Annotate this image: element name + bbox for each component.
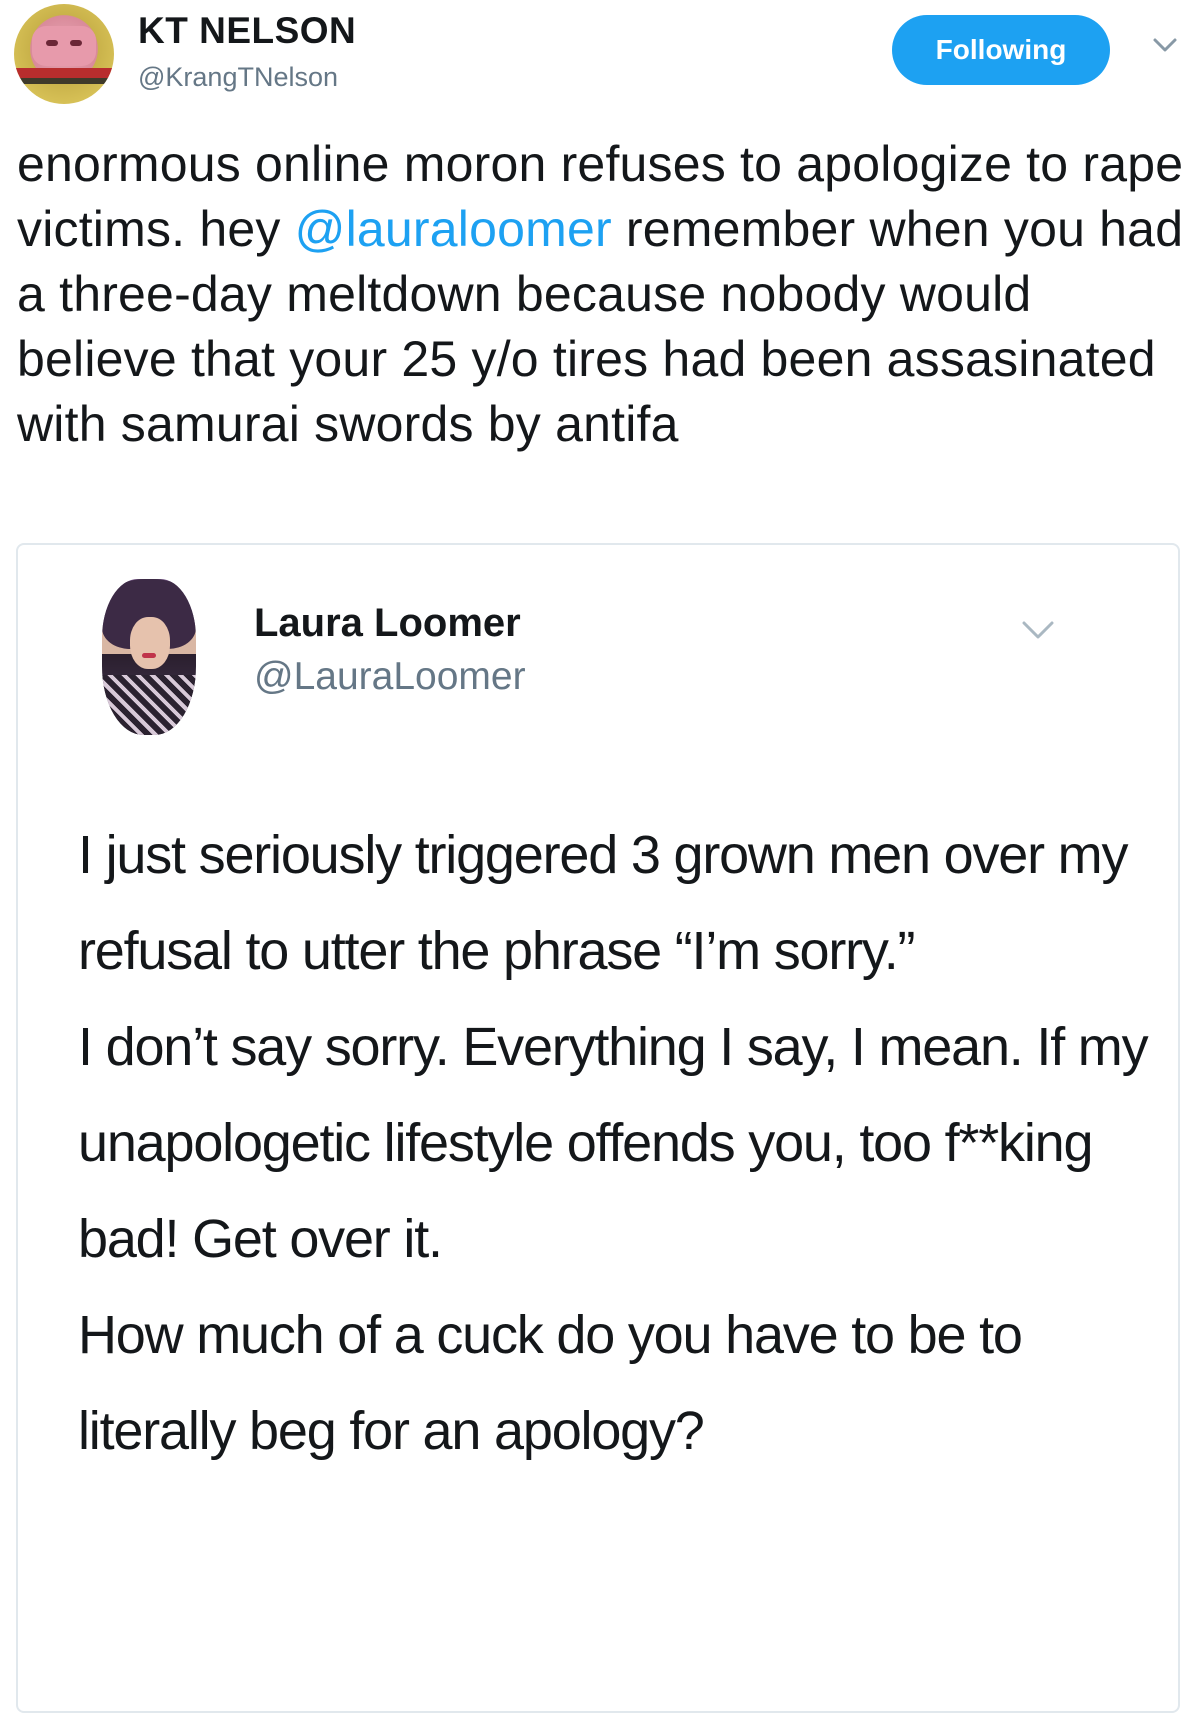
author-handle[interactable]: @KrangTNelson xyxy=(138,62,338,93)
chevron-down-icon[interactable] xyxy=(1018,615,1054,645)
quoted-handle[interactable]: @LauraLoomer xyxy=(254,655,526,699)
tweet: KT NELSON @KrangTNelson Following enormo… xyxy=(0,0,1200,1713)
following-button[interactable]: Following xyxy=(892,15,1110,85)
author-display-name[interactable]: KT NELSON xyxy=(138,10,356,52)
chevron-down-icon[interactable] xyxy=(1150,30,1180,60)
quoted-paragraph: I just seriously triggered 3 grown men o… xyxy=(78,825,1128,981)
quoted-display-name[interactable]: Laura Loomer xyxy=(254,601,521,646)
quoted-avatar[interactable] xyxy=(102,579,196,735)
tweet-text: enormous online moron refuses to apologi… xyxy=(17,132,1187,457)
mention-link[interactable]: @lauraloomer xyxy=(295,201,612,257)
quoted-paragraph: How much of a cuck do you have to be to … xyxy=(78,1305,1023,1461)
quoted-tweet-card[interactable]: Laura Loomer @LauraLoomer I just serious… xyxy=(16,543,1180,1713)
quoted-paragraph: I don’t say sorry. Everything I say, I m… xyxy=(78,1017,1149,1269)
avatar[interactable] xyxy=(14,4,114,104)
quoted-tweet-text: I just seriously triggered 3 grown men o… xyxy=(78,807,1168,1479)
